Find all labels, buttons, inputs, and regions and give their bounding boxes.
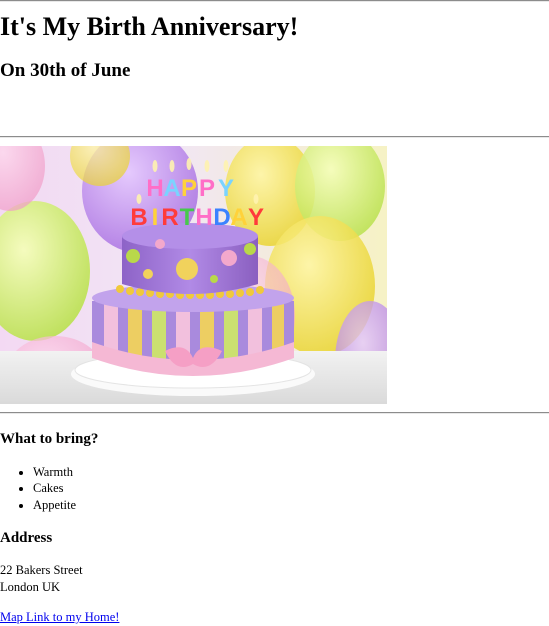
svg-text:R: R [161, 204, 178, 231]
address-block: 22 Bakers Street London UK [0, 562, 549, 595]
page-title: It's My Birth Anniversary! [0, 12, 299, 41]
svg-text:I: I [152, 204, 159, 231]
date-heading: On 30th of June [0, 60, 131, 81]
list-item: Warmth [33, 464, 549, 480]
svg-text:D: D [213, 204, 230, 231]
address-heading: Address [0, 530, 53, 547]
address-line-2: London UK [0, 579, 61, 594]
bring-heading: What to bring? [0, 431, 99, 447]
map-link[interactable]: Map Link to my Home! [0, 610, 119, 624]
svg-text:T: T [180, 204, 195, 231]
birthday-cake-image: H A P P Y B I R T H D A Y [0, 146, 387, 404]
address-line-1: 22 Bakers Street [0, 563, 83, 578]
svg-text:Y: Y [248, 204, 264, 231]
svg-text:H: H [146, 175, 163, 202]
list-item: Cakes [33, 480, 549, 496]
svg-text:B: B [130, 204, 147, 231]
svg-text:A: A [230, 204, 247, 231]
svg-text:P: P [181, 175, 197, 202]
svg-text:H: H [195, 204, 212, 231]
mid-rule [0, 136, 549, 138]
svg-text:P: P [199, 175, 215, 202]
svg-text:A: A [163, 175, 180, 202]
list-item: Appetite [33, 497, 549, 513]
bring-list: Warmth Cakes Appetite [0, 464, 549, 513]
svg-text:Y: Y [218, 175, 234, 202]
